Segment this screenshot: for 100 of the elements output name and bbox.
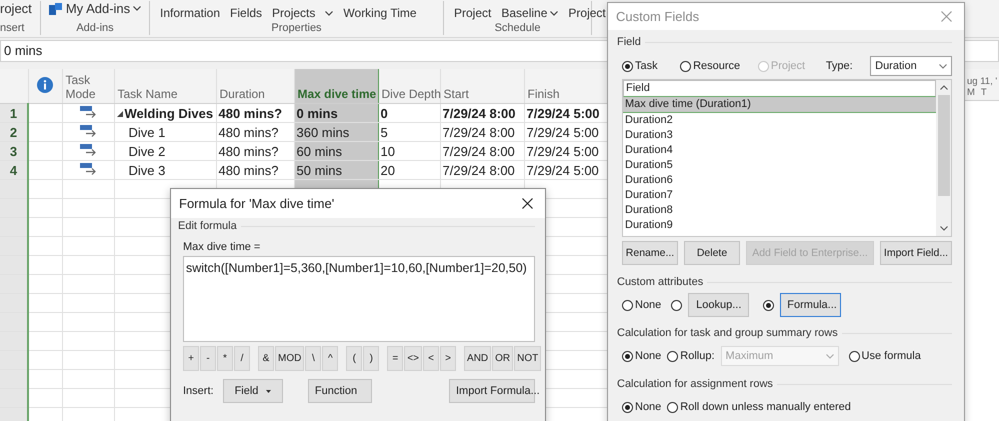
ribbon-button[interactable]: Project — [568, 6, 606, 21]
operator-button[interactable]: ^ — [322, 346, 338, 371]
section-label: Calculation for assignment rows — [617, 378, 773, 390]
list-item[interactable]: Duration9 — [623, 218, 936, 233]
table-cell: 480 mins? — [218, 106, 282, 120]
dialog-title: Formula for 'Max dive time' — [179, 196, 334, 211]
ribbon-button[interactable]: Project — [454, 6, 492, 21]
radio-button[interactable]: None — [622, 401, 662, 413]
collapse-triangle-icon[interactable] — [116, 110, 122, 117]
table-cell: 480 mins? — [218, 162, 278, 178]
radio-button[interactable]: None — [622, 299, 662, 311]
ribbon-group-label: Add-ins — [76, 22, 114, 35]
table-cell: 0 — [380, 106, 388, 120]
operator-button[interactable]: / — [234, 346, 250, 371]
operator-button[interactable]: < — [423, 346, 440, 371]
chevron-down-icon — [325, 11, 334, 16]
table-cell: 7/29/24 5:00 — [526, 144, 599, 158]
insert-label: Insert: — [183, 385, 215, 397]
table-cell: 480 mins? — [218, 124, 278, 140]
chevron-down-icon — [550, 11, 558, 16]
task-mode-icon — [80, 124, 96, 136]
ribbon-button[interactable]: Projects — [272, 6, 316, 21]
timescale-day: T — [980, 87, 987, 98]
ribbon-button[interactable]: Information — [160, 6, 220, 21]
operator-button[interactable]: & — [258, 346, 274, 371]
table-cell: 7/29/24 5:00 — [526, 162, 599, 178]
timescale-date: ug 11, ' — [967, 76, 998, 87]
scrollbar[interactable] — [936, 80, 951, 236]
list-item[interactable]: Duration7 — [623, 188, 936, 203]
radio-button[interactable]: Task — [622, 60, 680, 72]
section-label: Edit formula — [178, 220, 237, 232]
dialog-button[interactable]: Lookup... — [688, 293, 750, 317]
list-item[interactable]: Duration5 — [623, 158, 936, 173]
operator-button[interactable]: NOT — [514, 346, 542, 371]
add-ins-button[interactable]: My Add-ins — [48, 1, 142, 16]
ribbon-button[interactable]: roject — [0, 1, 32, 16]
operator-button[interactable]: \ — [305, 346, 322, 371]
ribbon-group-label: Properties — [270, 22, 323, 35]
table-cell: 7/29/24 8:00 — [442, 106, 516, 120]
type-label: Type: — [826, 60, 854, 72]
table-cell: 7/29/24 5:00 — [526, 124, 599, 140]
operator-button[interactable]: > — [440, 346, 456, 371]
table-cell: 360 mins — [296, 124, 350, 140]
table-cell: Welding Dives — [124, 106, 214, 122]
section-label: Custom attributes — [617, 276, 704, 288]
info-icon — [37, 76, 53, 92]
scroll-up-icon[interactable] — [940, 85, 948, 90]
operator-button[interactable]: = — [387, 346, 404, 371]
list-header: Field — [623, 80, 936, 97]
menu-button[interactable]: Field — [223, 379, 283, 403]
puzzle-blocks-icon — [48, 2, 63, 14]
table-cell: 7/29/24 8:00 — [442, 162, 515, 178]
chevron-down-icon — [826, 354, 834, 358]
radio-button[interactable]: Rollup: — [667, 350, 715, 362]
close-button[interactable] — [520, 196, 535, 211]
operator-button[interactable]: OR — [492, 346, 514, 371]
radio-button[interactable]: Roll down unless manually entered — [667, 401, 851, 413]
type-dropdown[interactable]: Duration — [870, 56, 952, 76]
radio-button[interactable] — [763, 300, 774, 310]
operator-button[interactable]: MOD — [275, 346, 304, 371]
column-header[interactable]: Finish — [528, 87, 560, 101]
operator-button[interactable]: ( — [346, 346, 362, 371]
dialog-button[interactable]: Import Field... — [880, 241, 952, 265]
operator-button[interactable]: - — [200, 346, 216, 371]
list-item[interactable]: Duration8 — [623, 203, 936, 218]
ribbon-button[interactable]: Working Time — [343, 6, 417, 21]
task-mode-icon — [80, 162, 96, 174]
list-item[interactable]: Duration2 — [623, 113, 936, 128]
radio-button[interactable]: Resource — [680, 60, 758, 72]
formula-field[interactable]: switch([Number1]=5,360,[Number1]=10,60,[Number1]=20,50) — [183, 256, 535, 342]
column-header[interactable]: Start — [444, 87, 469, 101]
radio-button[interactable]: None — [622, 350, 662, 362]
operator-button[interactable]: AND — [464, 346, 492, 371]
chevron-down-icon — [939, 64, 947, 68]
table-cell: 480 mins? — [218, 144, 278, 158]
table-cell: 5 — [380, 124, 388, 140]
list-item[interactable]: Duration6 — [623, 173, 936, 188]
menu-button[interactable]: Function — [308, 379, 372, 403]
table-cell: 20 — [380, 162, 395, 178]
ribbon-dropdown-button[interactable]: Baseline — [501, 6, 558, 21]
operator-button[interactable]: <> — [404, 346, 422, 371]
caret-down-icon — [266, 390, 272, 392]
dialog-button[interactable]: Rename... — [622, 241, 678, 265]
operator-button[interactable]: + — [183, 346, 199, 371]
list-item[interactable]: Duration4 — [623, 143, 936, 158]
close-icon — [522, 198, 533, 209]
table-cell: 7/29/24 5:00 — [526, 106, 600, 120]
list-item[interactable]: Max dive time (Duration1) — [623, 97, 936, 113]
list-item[interactable]: Duration3 — [623, 128, 936, 143]
operator-button[interactable]: ) — [363, 346, 380, 371]
dialog-button[interactable]: Delete — [684, 241, 740, 265]
chevron-down-icon — [133, 6, 142, 11]
radio-button[interactable] — [671, 300, 682, 310]
radio-button[interactable]: Use formula — [848, 350, 921, 362]
dialog-button[interactable]: Formula... — [780, 293, 842, 317]
table-cell: 7/29/24 8:00 — [442, 144, 515, 158]
ribbon-button[interactable]: Fields — [230, 6, 262, 21]
row-number: 3 — [10, 144, 18, 158]
operator-button[interactable]: * — [217, 346, 233, 371]
scroll-down-icon[interactable] — [940, 226, 948, 231]
